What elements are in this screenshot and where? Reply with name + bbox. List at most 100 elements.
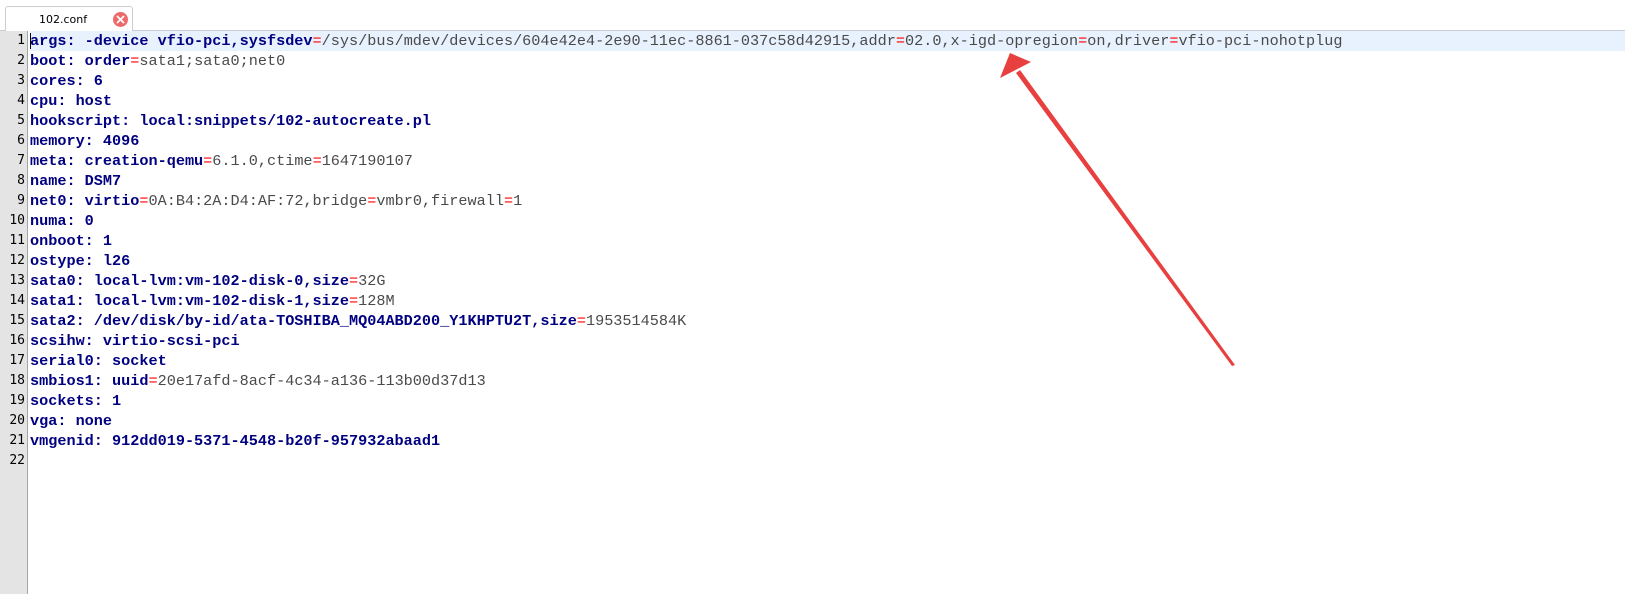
code-key: sockets: 1 — [30, 392, 122, 410]
code-operator: = — [367, 192, 377, 210]
line-number: 1 — [17, 33, 25, 48]
close-icon[interactable] — [113, 12, 128, 27]
line-number: 19 — [9, 393, 25, 408]
code-line[interactable]: boot: order=sata1;sata0;net0 — [30, 51, 1625, 71]
line-number: 17 — [9, 353, 25, 368]
line-number: 14 — [9, 293, 25, 308]
code-operator: = — [895, 32, 905, 50]
code-line[interactable]: name: DSM7 — [30, 171, 1625, 191]
line-number: 8 — [17, 173, 25, 188]
line-number: 12 — [9, 253, 25, 268]
code-operator: = — [576, 312, 586, 330]
code-value: /sys/bus/mdev/devices/604e42e4-2e90-11ec… — [321, 32, 896, 50]
code-operator: = — [148, 372, 158, 390]
code-line[interactable]: ostype: l26 — [30, 251, 1625, 271]
code-operator: = — [1078, 32, 1088, 50]
code-view[interactable]: args: -device vfio-pci,sysfsdev=/sys/bus… — [30, 31, 1625, 594]
code-line[interactable]: sata2: /dev/disk/by-id/ata-TOSHIBA_MQ04A… — [30, 311, 1625, 331]
code-line[interactable]: serial0: socket — [30, 351, 1625, 371]
line-number: 3 — [17, 73, 25, 88]
code-value: 1 — [513, 192, 523, 210]
line-number: 4 — [17, 93, 25, 108]
code-line[interactable]: memory: 4096 — [30, 131, 1625, 151]
code-line[interactable]: scsihw: virtio-scsi-pci — [30, 331, 1625, 351]
tab-102-conf[interactable]: 102.conf — [5, 6, 133, 32]
text-editor-window: 102.conf 1 2 3 4 5 6 7 8 9 10 11 12 13 14 15 16 17 18 19 20… — [0, 0, 1625, 594]
code-operator: = — [139, 192, 149, 210]
line-number: 6 — [17, 133, 25, 148]
code-line[interactable]: hookscript: local:snippets/102-autocreat… — [30, 111, 1625, 131]
code-operator: = — [312, 152, 322, 170]
code-key: scsihw: virtio-scsi-pci — [30, 332, 240, 350]
line-number: 7 — [17, 153, 25, 168]
code-key: sata0: local-lvm:vm-102-disk-0,size — [30, 272, 349, 290]
code-value: 1647190107 — [321, 152, 413, 170]
code-key: net0: virtio — [30, 192, 140, 210]
text-caret — [30, 33, 31, 49]
line-number-gutter: 1 2 3 4 5 6 7 8 9 10 11 12 13 14 15 16 17 18 19 20 21 22 — [0, 31, 28, 594]
line-number: 16 — [9, 333, 25, 348]
code-line[interactable] — [30, 451, 1625, 471]
code-key: ostype: l26 — [30, 252, 131, 270]
editor-area[interactable]: 1 2 3 4 5 6 7 8 9 10 11 12 13 14 15 16 17 18 19 20 21 22 args… — [0, 31, 1625, 594]
code-line[interactable]: net0: virtio=0A:B4:2A:D4:AF:72,bridge=vm… — [30, 191, 1625, 211]
code-key: numa: 0 — [30, 212, 94, 230]
code-value: vfio-pci-nohotplug — [1178, 32, 1343, 50]
code-key: cores: 6 — [30, 72, 103, 90]
code-operator: = — [349, 292, 359, 310]
code-value: 1953514584K — [585, 312, 687, 330]
tab-bar: 102.conf — [0, 0, 1625, 32]
code-line[interactable]: cpu: host — [30, 91, 1625, 111]
code-line[interactable]: sata0: local-lvm:vm-102-disk-0,size=32G — [30, 271, 1625, 291]
line-number: 9 — [17, 193, 25, 208]
line-number: 11 — [9, 233, 25, 248]
code-line[interactable]: onboot: 1 — [30, 231, 1625, 251]
code-line[interactable]: meta: creation-qemu=6.1.0,ctime=16471901… — [30, 151, 1625, 171]
code-key: sata1: local-lvm:vm-102-disk-1,size — [30, 292, 349, 310]
code-operator: = — [312, 32, 322, 50]
code-value: vmbr0,firewall — [376, 192, 504, 210]
code-key: meta: creation-qemu — [30, 152, 204, 170]
code-key: smbios1: uuid — [30, 372, 149, 390]
code-value: 0A:B4:2A:D4:AF:72,bridge — [148, 192, 368, 210]
code-line[interactable]: cores: 6 — [30, 71, 1625, 91]
code-key: sata2: /dev/disk/by-id/ata-TOSHIBA_MQ04A… — [30, 312, 577, 330]
code-key: vmgenid: 912dd019-5371-4548-b20f-957932a… — [30, 432, 441, 450]
code-value: on,driver — [1087, 32, 1170, 50]
code-key: serial0: socket — [30, 352, 167, 370]
code-key: name: DSM7 — [30, 172, 122, 190]
code-value: 02.0,x-igd-opregion — [904, 32, 1079, 50]
code-line[interactable]: args: -device vfio-pci,sysfsdev=/sys/bus… — [30, 31, 1625, 51]
line-number: 21 — [9, 433, 25, 448]
code-line[interactable]: smbios1: uuid=20e17afd-8acf-4c34-a136-11… — [30, 371, 1625, 391]
code-line[interactable]: vmgenid: 912dd019-5371-4548-b20f-957932a… — [30, 431, 1625, 451]
tab-title: 102.conf — [39, 13, 88, 26]
code-value: 32G — [358, 272, 386, 290]
code-key: boot: order — [30, 52, 131, 70]
code-line[interactable]: numa: 0 — [30, 211, 1625, 231]
code-key: vga: none — [30, 412, 113, 430]
code-line[interactable]: vga: none — [30, 411, 1625, 431]
line-number: 20 — [9, 413, 25, 428]
code-value: sata1;sata0;net0 — [139, 52, 286, 70]
code-key: memory: 4096 — [30, 132, 140, 150]
code-operator: = — [503, 192, 514, 210]
code-key: cpu: host — [30, 92, 113, 110]
code-line[interactable]: sata1: local-lvm:vm-102-disk-1,size=128M — [30, 291, 1625, 311]
line-number: 15 — [9, 313, 25, 328]
code-line[interactable]: sockets: 1 — [30, 391, 1625, 411]
code-operator: = — [349, 272, 359, 290]
line-number: 18 — [9, 373, 25, 388]
line-number: 10 — [9, 213, 25, 228]
code-value: 6.1.0,ctime — [212, 152, 313, 170]
code-key: onboot: 1 — [30, 232, 113, 250]
code-operator: = — [203, 152, 213, 170]
line-number: 2 — [17, 53, 25, 68]
line-number: 22 — [9, 453, 25, 468]
code-key: args: -device vfio-pci,sysfsdev — [30, 32, 313, 50]
line-number: 13 — [9, 273, 25, 288]
line-number: 5 — [17, 113, 25, 128]
code-key: hookscript: local:snippets/102-autocreat… — [30, 112, 432, 130]
code-value: 20e17afd-8acf-4c34-a136-113b00d37d13 — [157, 372, 486, 390]
code-value: 128M — [358, 292, 395, 310]
